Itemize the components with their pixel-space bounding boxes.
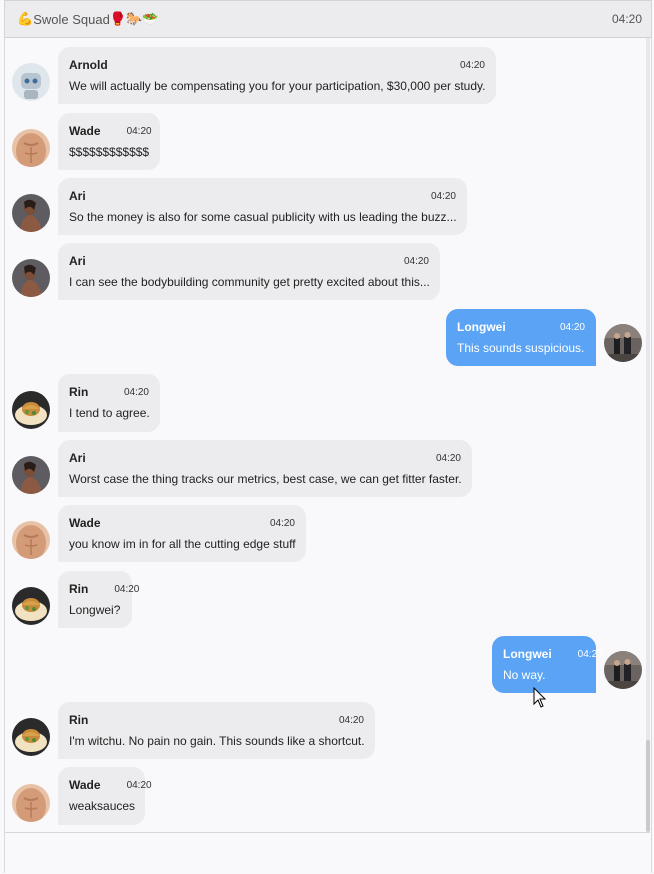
longwei-avatar[interactable] xyxy=(604,324,642,362)
message-header: Ari 04:20 xyxy=(69,188,456,204)
message-text: I can see the bodybuilding community get… xyxy=(69,275,430,289)
sender-name: Rin xyxy=(69,385,89,399)
header-time: 04:20 xyxy=(611,12,642,26)
message-composer[interactable] xyxy=(5,832,650,874)
message-header: Ari 04:20 xyxy=(69,253,429,269)
message-bubble[interactable]: Arnold 04:20 We will actually be compensat… xyxy=(58,47,496,104)
message-time: 04:20 xyxy=(559,321,585,333)
sender-name: Wade xyxy=(69,516,101,530)
mouse-cursor-icon xyxy=(533,687,547,708)
message-bubble[interactable]: Rin 04:20 I'm witchu. No pain no gain. Thi… xyxy=(58,702,375,759)
chat-header: 💪 Swole Squad 🥊🐎🥗 04:20 xyxy=(4,0,652,38)
sender-name: Wade xyxy=(69,778,101,792)
ari-avatar[interactable] xyxy=(12,259,50,297)
message-bubble[interactable]: Ari 04:20 I can see the bodybuilding commu… xyxy=(58,243,440,300)
message-header: Rin 04:20 xyxy=(69,384,149,400)
message-time: 04:20 xyxy=(269,517,295,529)
chat-title: 💪 Swole Squad 🥊🐎🥗 xyxy=(17,11,158,27)
message-header: Arnold 04:20 xyxy=(69,57,485,73)
scrollbar-thumb[interactable] xyxy=(646,740,650,832)
sender-name: Ari xyxy=(69,189,86,203)
rin-avatar[interactable] xyxy=(12,587,50,625)
sender-name: Wade xyxy=(69,124,101,138)
message-header: Rin 04:20 xyxy=(69,712,364,728)
message-bubble[interactable]: Rin 04:20 I tend to agree. xyxy=(58,374,160,432)
message-bubble[interactable]: Ari 04:20 Worst case the thing tracks our … xyxy=(58,440,472,497)
sender-name: Rin xyxy=(69,713,89,727)
ari-avatar[interactable] xyxy=(12,194,50,232)
rin-avatar[interactable] xyxy=(12,391,50,429)
message-text: I tend to agree. xyxy=(69,406,150,420)
message-time: 04:20 xyxy=(123,386,149,398)
message-bubble[interactable]: Ari 04:20 So the money is also for some ca… xyxy=(58,178,467,235)
message-text: So the money is also for some casual pub… xyxy=(69,210,457,224)
ari-avatar[interactable] xyxy=(12,456,50,494)
message-time: 04:20 xyxy=(435,452,461,464)
wade-avatar[interactable] xyxy=(12,784,50,822)
message-time: 04:20 xyxy=(577,648,603,660)
robot-avatar[interactable] xyxy=(12,63,50,101)
message-time: 04:20 xyxy=(459,59,485,71)
message-time: 04:20 xyxy=(338,714,364,726)
message-header: Longwei 04:20 xyxy=(503,646,603,662)
message-time: 04:20 xyxy=(430,190,456,202)
wade-avatar[interactable] xyxy=(12,129,50,167)
message-text: Longwei? xyxy=(69,603,121,617)
message-header: Ari 04:20 xyxy=(69,450,461,466)
rin-avatar[interactable] xyxy=(12,718,50,756)
group-name: Swole Squad xyxy=(33,11,110,27)
flexed-biceps-icon: 💪 xyxy=(17,11,34,26)
message-text: weaksauces xyxy=(69,799,136,813)
message-bubble[interactable]: Wade 04:20 weaksauces xyxy=(58,767,152,825)
longwei-avatar[interactable] xyxy=(604,651,642,689)
message-bubble[interactable]: Wade 04:20 you know im in for all the cutt… xyxy=(58,505,306,562)
group-emoji-icons: 🥊🐎🥗 xyxy=(109,11,159,26)
message-time: 04:20 xyxy=(114,583,140,595)
message-time: 04:20 xyxy=(126,125,152,137)
message-text: Worst case the thing tracks our metrics,… xyxy=(69,472,462,486)
message-text: $$$$$$$$$$$$ xyxy=(69,145,150,159)
message-header: Wade 04:20 xyxy=(69,123,152,139)
sender-name: Rin xyxy=(69,582,89,596)
scrollbar-track[interactable] xyxy=(646,38,650,831)
message-text: I'm witchu. No pain no gain. This sounds… xyxy=(69,734,365,748)
message-time: 04:20 xyxy=(126,779,152,791)
message-header: Longwei 04:20 xyxy=(457,319,585,335)
message-header: Rin 04:20 xyxy=(69,581,139,597)
message-text: This sounds suspicious. xyxy=(457,341,585,355)
wade-avatar[interactable] xyxy=(12,521,50,559)
message-time: 04:20 xyxy=(403,255,429,267)
message-bubble[interactable]: Rin 04:20 Longwei? xyxy=(58,571,139,628)
message-header: Wade 04:20 xyxy=(69,777,152,793)
message-bubble[interactable]: Wade 04:20 $$$$$$$$$$$$ xyxy=(58,113,160,170)
sender-name: Ari xyxy=(69,254,86,268)
message-text: you know im in for all the cutting edge … xyxy=(69,537,296,551)
sender-name: Longwei xyxy=(503,647,552,661)
message-header: Wade 04:20 xyxy=(69,515,295,531)
message-bubble[interactable]: Longwei 04:20 No way. xyxy=(492,636,603,693)
message-text: We will actually be compensating you for… xyxy=(69,79,486,93)
sender-name: Ari xyxy=(69,451,86,465)
sender-name: Longwei xyxy=(457,320,506,334)
message-bubble[interactable]: Longwei 04:20 This sounds suspicious. xyxy=(446,309,596,366)
message-text: No way. xyxy=(503,668,546,682)
sender-name: Arnold xyxy=(69,58,108,72)
